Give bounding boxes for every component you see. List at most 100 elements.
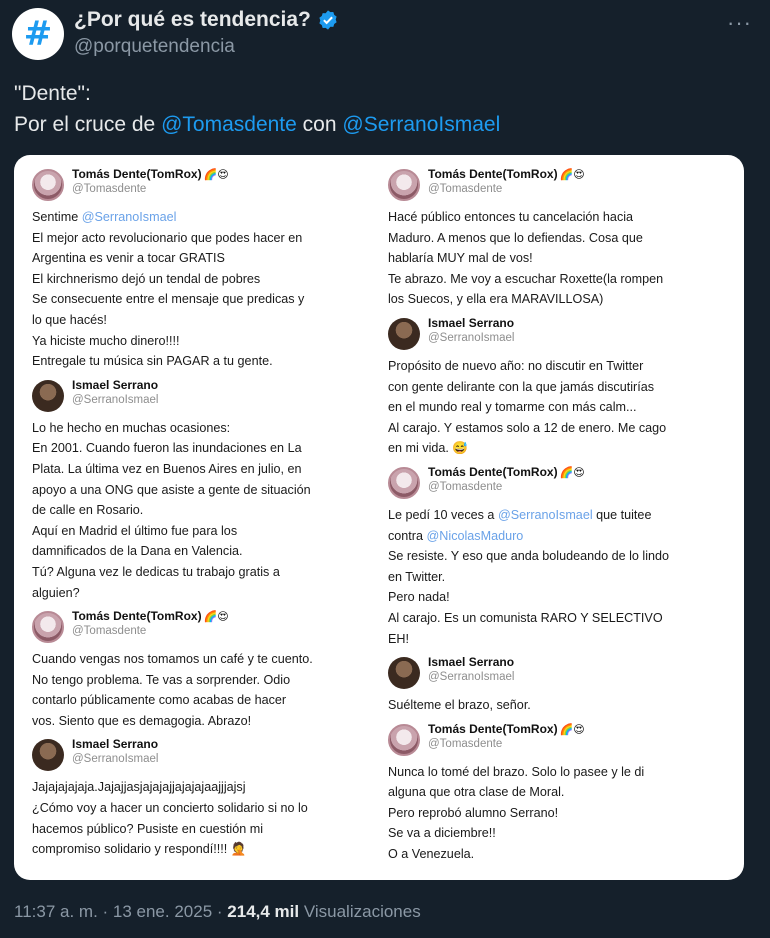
post-author-handle: @SerranoIsmael (428, 331, 515, 344)
post-body-line: compromiso solidario y respondí!!!! 🤦 (32, 839, 372, 860)
post-body-line: Se va a diciembre!! (388, 823, 728, 844)
line-text: en el mundo real y tomarme con más calm.… (388, 400, 637, 415)
author-emoji: 🌈😍 (203, 168, 229, 181)
author-name-text: Ismael Serrano (428, 315, 515, 330)
post-body-line: en el mundo real y tomarme con más calm.… (388, 397, 728, 418)
mention-link-tomasdente[interactable]: @Tomasdente (161, 113, 297, 136)
post-body-line: Cuando vengas nos tomamos un café y te c… (32, 649, 372, 670)
embedded-screenshot-image[interactable]: Tomás Dente(TomRox) 🌈😍 @Tomasdente Sentime … (14, 155, 744, 880)
post-mention: @NicolasMaduro (426, 528, 524, 543)
post-avatar (32, 169, 64, 201)
line-text: EH! (388, 631, 409, 646)
post-header: Ismael Serrano @SerranoIsmael (32, 378, 372, 418)
post-author-handle: @Tomasdente (72, 183, 147, 195)
post-author-block: Tomás Dente(TomRox) 🌈😍 @Tomasdente (428, 722, 585, 752)
post-body-line: en mi vida. 😅 (388, 438, 728, 459)
embedded-post: Ismael Serrano @SerranoIsmael Propósito de… (388, 316, 728, 459)
post-avatar (388, 723, 420, 756)
post-author-block: Ismael Serrano @SerranoIsmael (428, 655, 514, 685)
post-author-block: Ismael Serrano @SerranoIsmael (72, 737, 158, 767)
line-text: hablaría MUY mal de vos! (388, 251, 533, 266)
conversation-column-left: Tomás Dente(TomRox) 🌈😍 @Tomasdente Sentime … (32, 167, 372, 866)
post-author-handle: @SerranoIsmael (72, 753, 159, 766)
line-text: No tengo problema. Te vas a sorprender. … (32, 672, 291, 687)
post-body-line: Al carajo. Es un comunista RARO Y SELECT… (388, 608, 728, 629)
line-text: Le pedí 10 veces a (388, 507, 498, 522)
author-name-text: Tomás Dente(TomRox) (428, 167, 558, 181)
post-header: Tomás Dente(TomRox) 🌈😍 @Tomasdente (388, 167, 728, 207)
hashtag-icon: # (23, 14, 53, 54)
line-text: en Twitter. (388, 569, 446, 584)
post-author-block: Ismael Serrano @SerranoIsmael (428, 316, 514, 346)
post-header: Tomás Dente(TomRox) 🌈😍 @Tomasdente (32, 609, 372, 649)
post-body-line: Sentime @SerranoIsmael (32, 207, 372, 228)
post-body-line: Suélteme el brazo, señor. (388, 695, 728, 716)
account-avatar[interactable]: # (12, 8, 64, 60)
line-text-after: que tuitee (592, 507, 652, 522)
line-text: Lo he hecho en muchas ocasiones: (32, 420, 231, 435)
line-text: alguna que otra clase de Moral. (388, 785, 565, 800)
post-body-line: hablaría MUY mal de vos! (388, 248, 728, 269)
line-text: Tú? Alguna vez le dedicas tu trabajo gra… (32, 564, 280, 579)
post-author-block: Ismael Serrano @SerranoIsmael (72, 378, 158, 408)
post-body-line: EH! (388, 629, 728, 650)
account-name-row[interactable]: ¿Por qué es tendencia? (74, 8, 339, 32)
author-emoji: 🌈😍 (203, 610, 229, 624)
timestamp[interactable]: 11:37 a. m. · 13 ene. 2025 · (14, 902, 223, 921)
line-text: Entregale tu música sin PAGAR a tu gente… (32, 354, 273, 369)
post-avatar (32, 611, 64, 644)
embedded-post: Tomás Dente(TomRox) 🌈😍 @Tomasdente Sentime … (32, 167, 372, 372)
post-body: Suélteme el brazo, señor. (388, 695, 728, 716)
author-emoji: 🌈😍 (559, 168, 585, 181)
post-body-line: apoyo a una ONG que asiste a gente de si… (32, 480, 372, 501)
post-author-block: Tomás Dente(TomRox) 🌈😍 @Tomasdente (428, 465, 585, 495)
line-text: contra (388, 528, 427, 543)
post-body-line: Aquí en Madrid el último fue para los (32, 521, 372, 542)
more-options-button[interactable]: ··· (727, 10, 752, 36)
tweet-text-mid: con (302, 113, 337, 136)
post-author-handle: @Tomasdente (428, 737, 503, 750)
mention-link-serranoismael[interactable]: @SerranoIsmael (342, 113, 500, 136)
post-body-line: damnificados de la Dana en Valencia. (32, 541, 372, 562)
account-name[interactable]: ¿Por qué es tendencia? (74, 8, 311, 32)
embedded-post: Tomás Dente(TomRox) 🌈😍 @Tomasdente Le pedí … (388, 465, 728, 649)
account-handle[interactable]: @porquetendencia (74, 36, 235, 58)
post-body-line: O a Venezuela. (388, 844, 728, 865)
author-name-text: Ismael Serrano (428, 655, 515, 670)
embedded-post: Ismael Serrano @SerranoIsmael Suélteme el … (388, 655, 728, 716)
post-body: Cuando vengas nos tomamos un café y te c… (32, 649, 372, 731)
post-body-line: Ya hiciste mucho dinero!!!! (32, 331, 372, 352)
embedded-post: Tomás Dente(TomRox) 🌈😍 @Tomasdente Cuando v… (32, 609, 372, 731)
line-text: Maduro. A menos que lo defiendas. Cosa q… (388, 230, 643, 245)
post-body-line: con gente delirante con la que jamás dis… (388, 377, 728, 398)
post-body-line: los Suecos, y ella era MARAVILLOSA) (388, 289, 728, 310)
tweet-line-2: Por el cruce de @Tomasdente con @Serrano… (14, 109, 754, 140)
line-text: El kirchnerismo dejó un tendal de pobres (32, 271, 261, 286)
post-author-name: Ismael Serrano (72, 737, 158, 752)
post-author-handle: @Tomasdente (428, 183, 503, 195)
post-body-line: Jajajajajaja.Jajajjasjajajajjajajajaajjj… (32, 777, 372, 798)
views-label: Visualizaciones (303, 902, 421, 921)
post-body-line: Maduro. A menos que lo defiendas. Cosa q… (388, 228, 728, 249)
post-header: Ismael Serrano @SerranoIsmael (388, 316, 728, 356)
line-text: Cuando vengas nos tomamos un café y te c… (32, 652, 313, 667)
post-body-line: El kirchnerismo dejó un tendal de pobres (32, 269, 372, 290)
post-avatar (388, 466, 420, 499)
post-body-line: Lo he hecho en muchas ocasiones: (32, 418, 372, 439)
post-body-line: Argentina es venir a tocar GRATIS (32, 248, 372, 269)
author-name-text: Ismael Serrano (72, 737, 159, 752)
embedded-post: Tomás Dente(TomRox) 🌈😍 @Tomasdente Hacé púb… (388, 167, 728, 310)
line-text: de calle en Rosario. (32, 503, 144, 518)
post-body-line: Pero nada! (388, 587, 728, 608)
post-header: Tomás Dente(TomRox) 🌈😍 @Tomasdente (388, 722, 728, 762)
line-text: Se va a diciembre!! (388, 826, 496, 841)
author-name-text: Tomás Dente(TomRox) (72, 609, 202, 624)
post-body: Sentime @SerranoIsmael El mejor acto revo… (32, 207, 372, 372)
post-author-block: Tomás Dente(TomRox) 🌈😍 @Tomasdente (428, 167, 585, 197)
line-text: vos. Siento que es demagogia. Abrazo! (32, 713, 252, 728)
post-author-name: Tomás Dente(TomRox) 🌈😍 (428, 167, 585, 182)
post-body: Lo he hecho en muchas ocasiones: En 2001.… (32, 418, 372, 603)
line-text: Te abrazo. Me voy a escuchar Roxette(la … (388, 271, 664, 286)
tweet-meta: 11:37 a. m. · 13 ene. 2025 · 214,4 mil V… (14, 902, 421, 922)
post-avatar (388, 169, 420, 201)
